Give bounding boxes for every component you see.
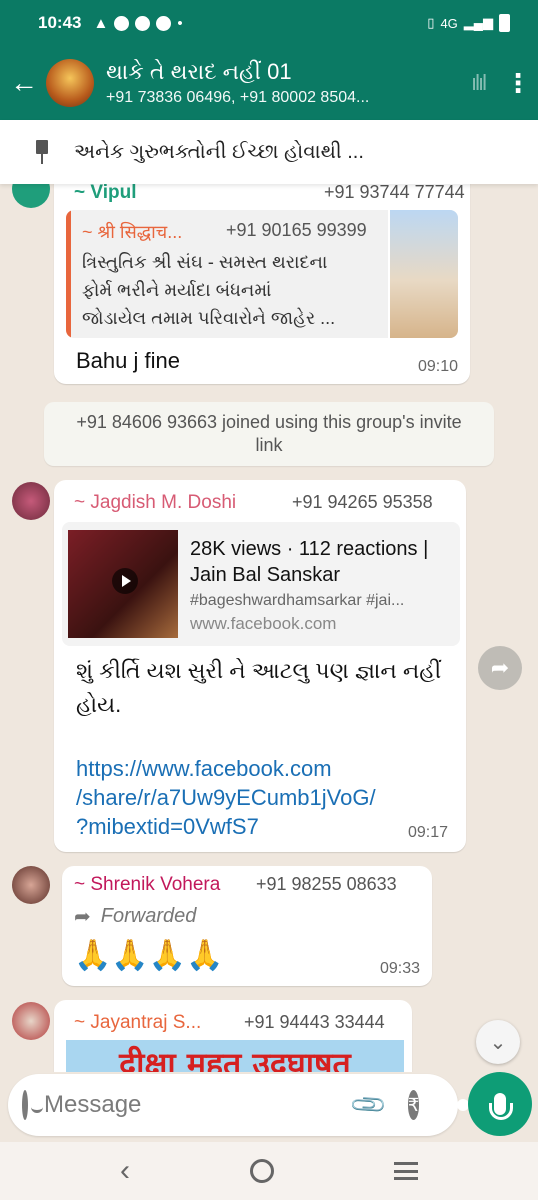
notification-circle-icon xyxy=(156,15,172,31)
quote-line: જોડાયેલ તમામ પરિવારોને જાહેર ... xyxy=(82,308,336,328)
more-options-icon[interactable]: ⋮ xyxy=(498,68,538,99)
sender-phone: +91 94443 33444 xyxy=(244,1012,385,1032)
back-arrow-icon[interactable]: ← xyxy=(2,67,46,99)
sender-name[interactable]: ~ Vipul xyxy=(74,184,136,204)
message-time: 09:33 xyxy=(379,960,420,977)
vibrate-icon: ▯ xyxy=(427,15,435,30)
sender-name[interactable]: ~ Shrenik Vohera xyxy=(74,874,220,896)
notification-circle-icon xyxy=(135,15,151,31)
message-image[interactable]: दीक्षा महत उदघाषत xyxy=(66,1040,404,1072)
nav-home-icon[interactable] xyxy=(250,1159,274,1183)
group-members: +91 73836 06496, +91 80002 8504... xyxy=(106,89,370,106)
mic-button[interactable] xyxy=(468,1072,532,1136)
system-message: +91 84606 93663 joined using this group'… xyxy=(44,402,494,466)
quote-image xyxy=(388,210,458,338)
sender-name[interactable]: ~ Jayantraj S... xyxy=(74,1012,201,1034)
forwarded-text: Forwarded xyxy=(100,905,197,927)
link-domain: www.facebook.com xyxy=(190,614,337,633)
chat-area[interactable]: ~ Vipul +91 93744 77744 ~ श्री सिद्धाच..… xyxy=(0,184,538,1072)
message-bubble[interactable]: ~ Vipul +91 93744 77744 ~ श्री सिद्धाच..… xyxy=(54,184,470,384)
status-bar: 10:43 ▲ • ▯ 4G ▂▄▆ xyxy=(0,0,538,46)
play-icon[interactable] xyxy=(112,568,138,594)
notification-circle-icon xyxy=(114,15,130,31)
image-text: दीक्षा महत उदघाषत xyxy=(119,1045,351,1072)
nav-back-icon[interactable]: ‹ xyxy=(120,1154,130,1188)
quote-bar xyxy=(66,210,71,338)
link-thumbnail xyxy=(68,530,178,638)
sender-phone: +91 93744 77744 xyxy=(324,184,465,202)
network-label: 4G xyxy=(440,15,458,31)
quote-line: ત્રિસ્તુતિક શ્રી સંઘ - સમસ્ત થરાદના xyxy=(82,252,328,272)
message-input-bar: 📎 ₹ xyxy=(8,1074,470,1136)
sender-name[interactable]: ~ Jagdish M. Doshi xyxy=(74,492,236,514)
payment-rupee-icon[interactable]: ₹ xyxy=(407,1090,420,1120)
forward-share-icon[interactable]: ➦ xyxy=(478,646,522,690)
pinned-message-bar[interactable]: અનેક ગુરુભક્તોની ઈચ્છા હોવાથી ... xyxy=(0,120,538,184)
status-right: ▯ 4G ▂▄▆ xyxy=(427,14,510,32)
sender-phone: +91 94265 95358 xyxy=(292,492,433,512)
pinned-message-text: અનેક ગુરુભક્તોની ઈચ્છા હોવાથી ... xyxy=(74,140,364,163)
nav-recents-icon[interactable] xyxy=(394,1162,418,1180)
chat-header: ← થાકે તે થરાદ નહીં 01 +91 73836 06496, … xyxy=(0,46,538,120)
quote-sender: ~ श्री सिद्धाच... xyxy=(82,222,183,242)
message-time: 09:17 xyxy=(408,824,449,841)
message-bubble[interactable]: ~ Jayantraj S... +91 94443 33444 दीक्षा … xyxy=(54,1000,412,1072)
message-link[interactable]: https://www.facebook.com /share/r/a7Uw9y… xyxy=(76,754,456,841)
link-line: https://www.facebook.com xyxy=(76,756,332,781)
system-nav-bar: ‹ xyxy=(0,1142,538,1200)
pin-icon xyxy=(28,138,56,166)
forwarded-label: ➦ Forwarded xyxy=(74,904,196,929)
battery-icon xyxy=(499,14,510,32)
quote-line: ફોર્મ ભરીને મર્યાદા બંધનમાં xyxy=(82,280,272,300)
avatar[interactable] xyxy=(12,866,50,904)
forward-arrow-icon: ➦ xyxy=(74,906,91,928)
avatar[interactable] xyxy=(12,482,50,520)
message-input[interactable] xyxy=(44,1091,354,1119)
message-text: Bahu j fine xyxy=(76,348,180,373)
status-time: 10:43 xyxy=(38,13,82,32)
link-line: /share/r/a7Uw9yECumb1jVoG/ xyxy=(76,785,376,810)
voice-chat-icon[interactable]: ılıl xyxy=(458,70,498,96)
quoted-message[interactable]: ~ श्री सिद्धाच... +91 90165 99399 ત્રિસ્… xyxy=(66,210,458,338)
link-preview-card[interactable]: 28K views · 112 reactions | Jain Bal San… xyxy=(62,522,460,646)
message-time: 09:10 xyxy=(417,358,458,375)
group-title: થાકે તે થરાદ નહીં 01 xyxy=(106,59,292,84)
message-bubble[interactable]: ~ Shrenik Vohera +91 98255 08633 ➦ Forwa… xyxy=(62,866,432,986)
warning-icon: ▲ xyxy=(93,14,109,32)
link-title: 28K views · 112 reactions | Jain Bal San… xyxy=(190,538,429,586)
link-description: #bageshwardhamsarkar #jai... xyxy=(190,592,405,609)
sender-phone: +91 98255 08633 xyxy=(256,874,397,894)
message-emoji: 🙏🙏🙏🙏 xyxy=(74,939,224,972)
message-text: શું કીર્તિ યશ સુરી ને આટલુ પણ જ્ઞાન નહીં… xyxy=(76,658,442,717)
avatar[interactable] xyxy=(12,1002,50,1040)
notification-icons: ▲ • xyxy=(93,15,182,32)
quote-phone: +91 90165 99399 xyxy=(226,220,367,240)
header-titles[interactable]: થાકે તે થરાદ નહીં 01 +91 73836 06496, +9… xyxy=(106,59,458,107)
emoji-icon[interactable] xyxy=(22,1090,43,1120)
quote-text: ત્રિસ્તુતિક શ્રી સંઘ - સમસ્ત થરાદના ફોર્… xyxy=(82,248,335,332)
group-avatar[interactable] xyxy=(46,59,94,107)
signal-icon: ▂▄▆ xyxy=(463,15,493,30)
attach-icon[interactable]: 📎 xyxy=(348,1084,390,1126)
link-line: ?mibextid=0VwfS7 xyxy=(76,814,259,839)
dot-icon: • xyxy=(177,14,183,32)
scroll-down-button[interactable]: ⌄ xyxy=(476,1020,520,1064)
mic-icon xyxy=(489,1093,513,1120)
avatar[interactable] xyxy=(12,184,50,208)
